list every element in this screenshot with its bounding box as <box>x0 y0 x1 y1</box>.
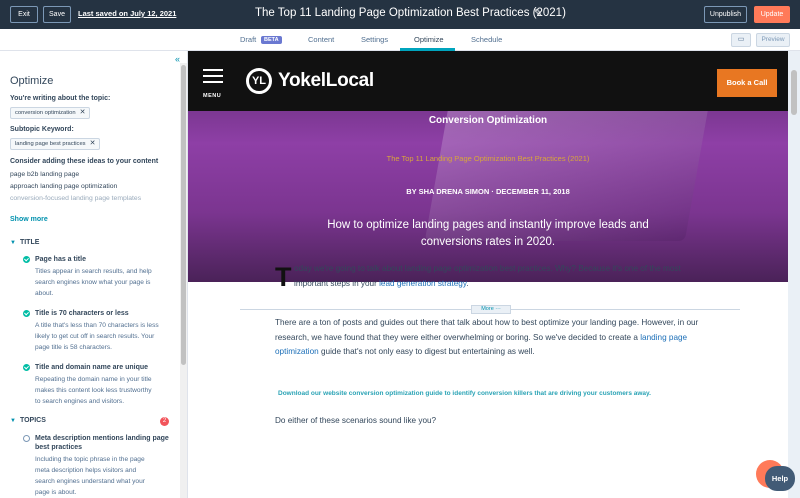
empty-circle-icon <box>23 435 30 442</box>
topic-chip-label: conversion optimization <box>15 110 76 116</box>
check-desc: page is about. <box>35 489 77 496</box>
check-desc: likely to get cut off in search results.… <box>35 333 155 340</box>
check-desc: page title is 58 characters. <box>35 344 112 351</box>
body-text: There are a ton of posts and guides out … <box>275 318 699 342</box>
topics-count-badge: 2 <box>160 417 169 426</box>
editor-topbar: Exit Save Last saved on July 12, 2021 Th… <box>0 0 800 29</box>
preview-button[interactable]: Preview <box>756 33 790 47</box>
idea-item: approach landing page optimization <box>10 183 118 190</box>
menu-label: MENU <box>203 93 222 99</box>
chevron-down-icon: ▼ <box>10 418 16 424</box>
chevron-down-icon: ▼ <box>10 240 16 246</box>
body-paragraph[interactable]: There are a ton of posts and guides out … <box>275 316 705 360</box>
check-desc: meta description helps visitors and <box>35 467 137 474</box>
exit-button[interactable]: Exit <box>10 6 38 23</box>
preview-scrollbar[interactable] <box>788 51 800 498</box>
ideas-label: Consider adding these ideas to your cont… <box>10 158 159 165</box>
intro-paragraph[interactable]: oday we're going to talk about landing p… <box>294 262 714 291</box>
save-button[interactable]: Save <box>43 6 71 23</box>
subtopic-chip[interactable]: landing page best practices ✕ <box>10 138 101 150</box>
drop-cap: T <box>275 262 292 292</box>
body-text-end: guide that's not only easy to digest but… <box>318 347 535 356</box>
subtopic-chip-label: landing page best practices <box>15 141 86 147</box>
sidebar-heading: Optimize <box>10 75 54 87</box>
post-subtitle: The Top 11 Landing Page Optimization Bes… <box>386 154 590 163</box>
update-button[interactable]: Update <box>754 6 790 23</box>
intro-text: oday we're going to talk about landing p… <box>294 264 681 288</box>
topics-section-label: TOPICS <box>19 417 46 424</box>
tab-draft[interactable]: Draft <box>240 35 256 44</box>
post-byline: BY SHA DRENA SIMON · DECEMBER 11, 2018 <box>406 187 570 196</box>
site-logo: YokelLocal <box>278 70 374 91</box>
optimize-sidebar: « Optimize You're writing about the topi… <box>0 51 188 498</box>
topic-check-title: Meta description mentions landing page b… <box>35 435 169 451</box>
check-title: Title and domain name are unique <box>35 364 149 371</box>
blog-post-preview[interactable]: MENU YL YokelLocal Book a Call Conversio… <box>188 51 788 498</box>
check-desc: about. <box>35 290 54 297</box>
cta-link[interactable]: Download our website conversion optimiza… <box>278 390 651 397</box>
tab-optimize[interactable]: Optimize <box>414 35 444 44</box>
check-desc: search engines know what your page is <box>35 279 151 286</box>
intro-text-end: . <box>466 278 469 288</box>
check-title: Page has a title <box>35 256 86 263</box>
check-desc: to search engines and visitors. <box>35 398 125 405</box>
check-desc: search engines understand what your <box>35 478 145 485</box>
check-desc: A title that's less than 70 characters i… <box>35 322 159 329</box>
check-desc: Including the topic phrase in the page <box>35 456 145 463</box>
preview-scroll-thumb[interactable] <box>791 70 797 115</box>
comments-icon[interactable]: ▭ <box>731 33 751 47</box>
idea-item: page b2b landing page <box>10 171 80 178</box>
tab-schedule[interactable]: Schedule <box>471 35 502 44</box>
title-section-label: TITLE <box>19 239 40 246</box>
post-headline: How to optimize landing pages and instan… <box>327 219 649 248</box>
check-icon <box>23 364 30 371</box>
topic-label: You're writing about the topic: <box>10 95 111 102</box>
show-more-link[interactable]: Show more <box>10 216 48 223</box>
hamburger-menu-icon[interactable] <box>203 69 223 87</box>
remove-subtopic-icon[interactable]: ✕ <box>90 140 96 147</box>
check-desc: Titles appear in search results, and hel… <box>35 268 152 275</box>
tab-content[interactable]: Content <box>308 35 334 44</box>
sidebar-scroll-thumb[interactable] <box>181 65 186 365</box>
pencil-icon[interactable]: ✎ <box>534 8 542 19</box>
unpublish-button[interactable]: Unpublish <box>704 6 747 23</box>
more-button[interactable]: More ··· <box>471 305 511 314</box>
idea-item: conversion-focused landing page template… <box>10 195 142 202</box>
title-section-header[interactable]: ▼ TITLE <box>10 239 39 246</box>
check-desc: Repeating the domain name in your title <box>35 376 152 383</box>
scenario-question: Do either of these scenarios sound like … <box>275 416 437 425</box>
subtopic-label: Subtopic Keyword: <box>10 126 74 133</box>
check-icon <box>23 310 30 317</box>
tab-settings[interactable]: Settings <box>361 35 388 44</box>
book-a-call-button[interactable]: Book a Call <box>717 69 777 97</box>
lead-generation-link[interactable]: lead generation strategy <box>379 279 466 288</box>
beta-badge: BETA <box>261 36 282 44</box>
remove-topic-icon[interactable]: ✕ <box>80 109 86 116</box>
check-title: Title is 70 characters or less <box>35 310 129 317</box>
check-icon <box>23 256 30 263</box>
last-saved-link[interactable]: Last saved on July 12, 2021 <box>78 9 176 18</box>
topics-section-header[interactable]: ▼ TOPICS <box>10 417 46 424</box>
help-button[interactable]: Help <box>765 466 795 491</box>
check-desc: makes this content look less trustworthy <box>35 387 152 394</box>
logo-icon: YL <box>246 68 272 94</box>
hero-banner[interactable]: MENU YL YokelLocal Book a Call Conversio… <box>188 51 788 282</box>
post-category: Conversion Optimization <box>428 115 548 126</box>
document-title[interactable]: The Top 11 Landing Page Optimization Bes… <box>255 7 566 19</box>
editor-tabs: Draft BETA Content Settings Optimize Sch… <box>0 29 800 51</box>
topic-chip[interactable]: conversion optimization ✕ <box>10 107 91 119</box>
